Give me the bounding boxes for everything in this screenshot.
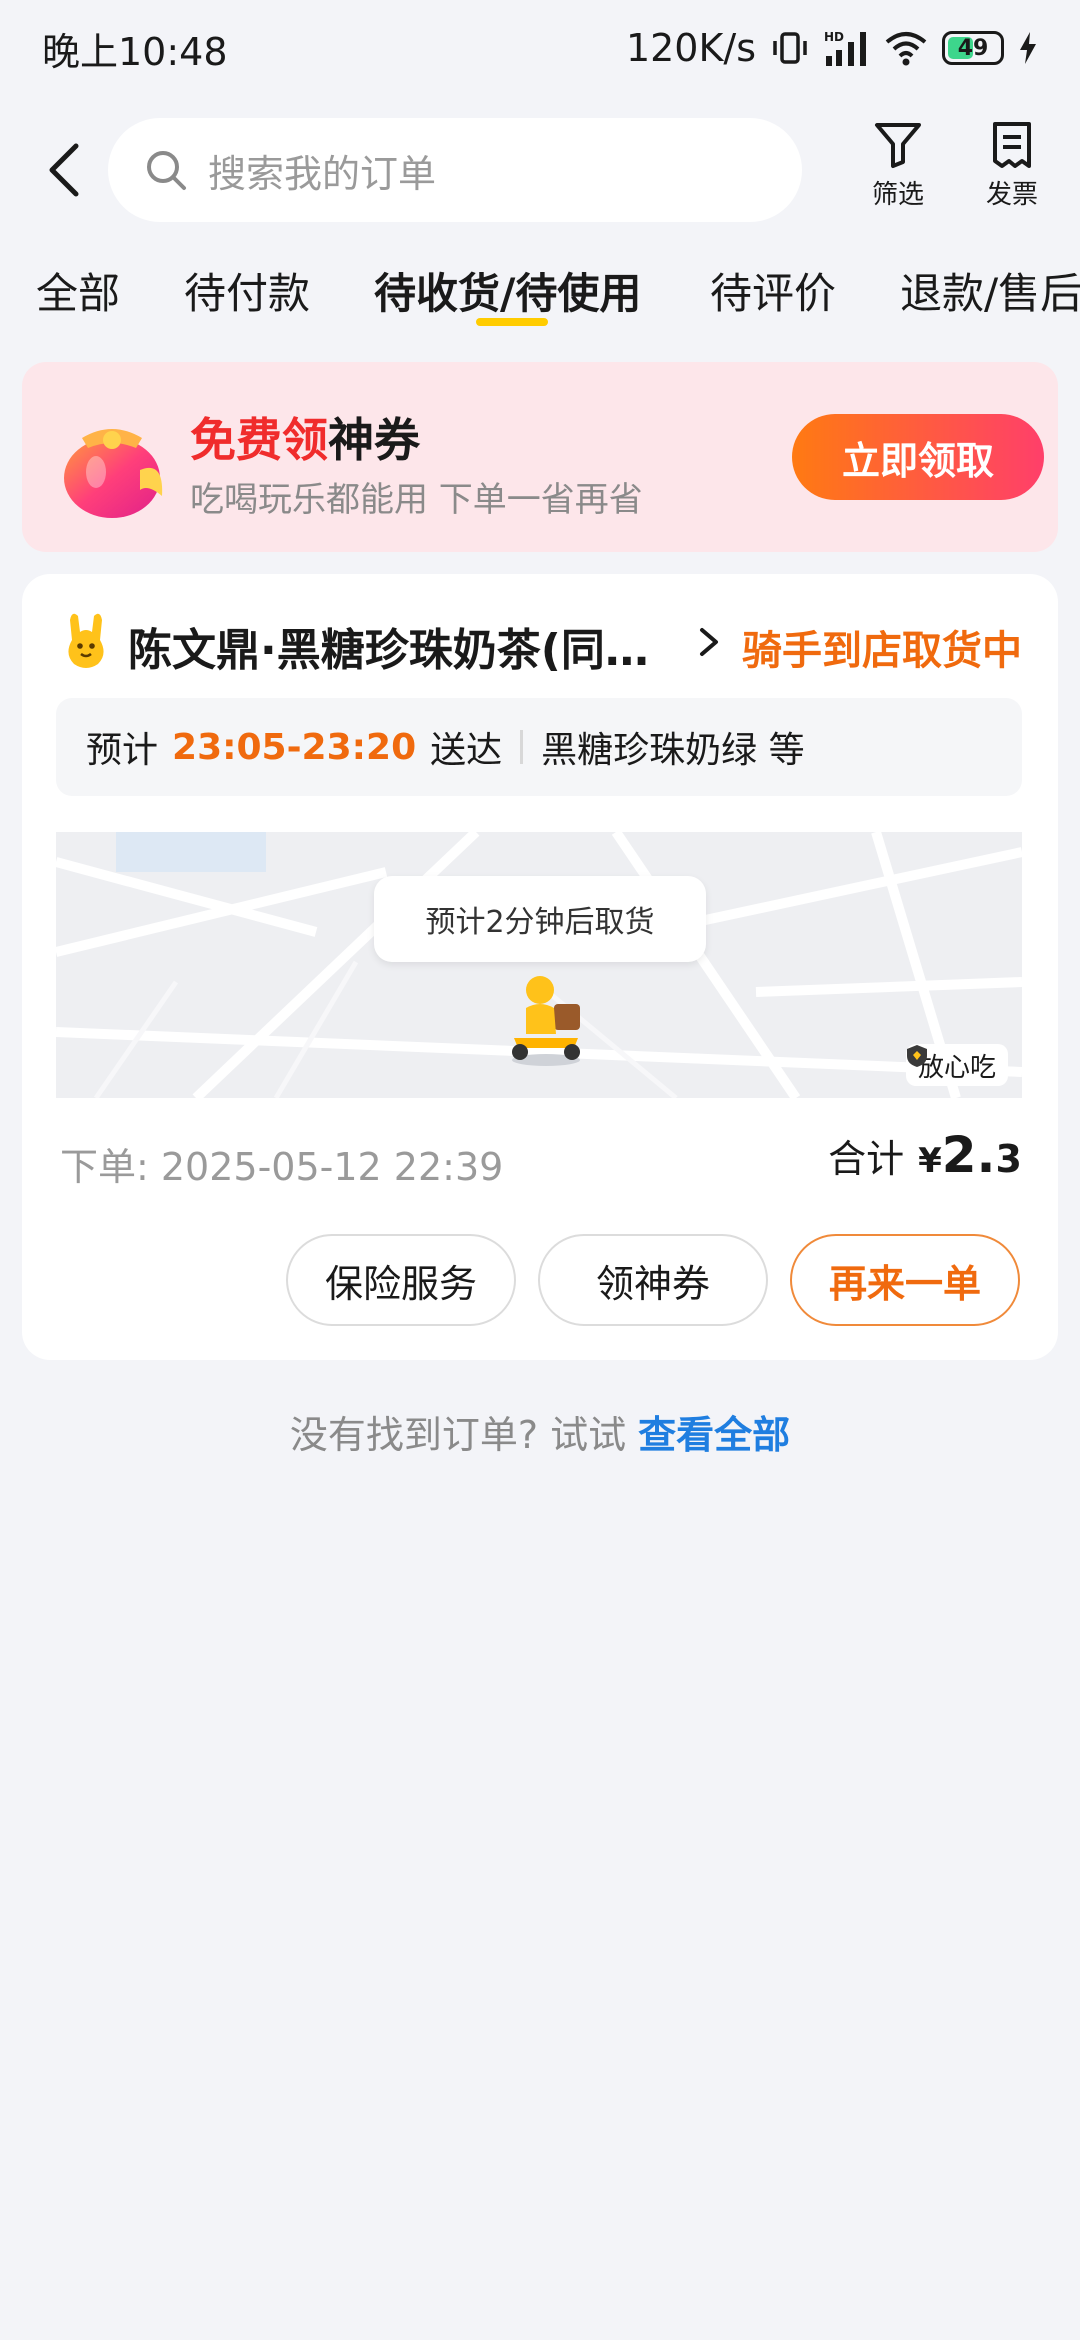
- currency-symbol: ¥: [918, 1141, 942, 1181]
- tab-refund[interactable]: 退款/售后: [900, 260, 1080, 321]
- shield-icon: [906, 1045, 927, 1067]
- invoice-icon: [993, 122, 1031, 168]
- shop-name[interactable]: 陈文鼎·黑糖珍珠奶茶(同…: [128, 614, 698, 678]
- delivery-eta: 预计 23:05-23:20 送达 黑糖珍珠奶绿 等: [56, 698, 1022, 796]
- status-time: 晚上10:48: [42, 29, 228, 74]
- search-placeholder: 搜索我的订单: [208, 151, 437, 196]
- total-amount-int: 2.: [941, 1126, 996, 1184]
- view-all-link[interactable]: 查看全部: [638, 1413, 790, 1457]
- battery-icon: 49: [942, 31, 1004, 65]
- rider-icon: [496, 968, 596, 1068]
- hint-text: 没有找到订单? 试试: [289, 1413, 627, 1457]
- network-speed: 120K/s: [625, 26, 756, 70]
- tab-pending-receipt[interactable]: 待收货/待使用: [374, 260, 641, 321]
- status-bar: 晚上10:48 120K/s HD 49: [0, 0, 1080, 96]
- coupon-subtitle: 吃喝玩乐都能用 下单一省再省: [190, 480, 643, 520]
- divider: [520, 730, 524, 764]
- tab-pending-review[interactable]: 待评价: [710, 260, 836, 321]
- filter-icon: [875, 123, 921, 168]
- active-tab-indicator: [476, 318, 548, 326]
- eta-prefix: 预计: [86, 730, 159, 771]
- back-arrow-icon: [49, 143, 79, 197]
- search-icon: [147, 151, 186, 190]
- coupon-banner[interactable]: 免费领神券 吃喝玩乐都能用 下单一省再省 立即领取: [22, 362, 1058, 552]
- order-time: 下单: 2025-05-12 22:39: [60, 1145, 504, 1189]
- invoice-label: 发票: [985, 180, 1038, 210]
- safe-eat-badge: 放心吃: [905, 1044, 1008, 1086]
- shop-logo-icon: [60, 610, 112, 670]
- coupon-title: 免费领神券: [190, 413, 420, 467]
- wifi-icon: [884, 28, 928, 68]
- order-items: 黑糖珍珠奶绿 等: [541, 730, 805, 771]
- total-amount-dec: 3: [995, 1137, 1022, 1181]
- header: 搜索我的订单 筛选 发票: [0, 110, 1080, 230]
- insurance-button[interactable]: 保险服务: [286, 1234, 516, 1326]
- charging-icon: [1018, 30, 1038, 66]
- coupon-bag-icon: [52, 400, 176, 524]
- invoice-button[interactable]: 发票: [962, 120, 1062, 220]
- order-tabs: 全部 待付款 待收货/待使用 待评价 退款/售后: [0, 260, 1080, 340]
- status-icons: 120K/s HD 49: [626, 26, 1038, 70]
- back-button[interactable]: [40, 140, 100, 200]
- filter-label: 筛选: [871, 180, 924, 210]
- pickup-eta-bubble: 预计2分钟后取货: [374, 876, 706, 962]
- order-total: 合计 ¥ 2. 3: [828, 1126, 1022, 1184]
- eta-time: 23:05-23:20: [172, 726, 417, 768]
- signal-icon: HD: [824, 28, 870, 68]
- order-status: 骑手到店取货中: [742, 628, 1022, 674]
- delivery-map[interactable]: 预计2分钟后取货 放心吃: [56, 832, 1022, 1098]
- chevron-right-icon[interactable]: [696, 622, 724, 662]
- tab-pending-payment[interactable]: 待付款: [184, 260, 310, 321]
- order-card[interactable]: 陈文鼎·黑糖珍珠奶茶(同… 骑手到店取货中 预计 23:05-23:20 送达 …: [22, 574, 1058, 1360]
- eta-suffix: 送达: [430, 730, 503, 771]
- search-input[interactable]: 搜索我的订单: [108, 118, 802, 222]
- tab-all[interactable]: 全部: [36, 260, 120, 321]
- total-label: 合计: [828, 1137, 905, 1181]
- claim-coupon-button[interactable]: 立即领取: [792, 414, 1044, 500]
- reorder-button[interactable]: 再来一单: [790, 1234, 1020, 1326]
- svg-text:HD: HD: [824, 30, 844, 44]
- get-coupon-button[interactable]: 领神券: [538, 1234, 768, 1326]
- filter-button[interactable]: 筛选: [848, 120, 948, 220]
- vibrate-icon: [770, 28, 810, 68]
- no-order-hint: 没有找到订单? 试试 查看全部: [0, 1404, 1080, 1459]
